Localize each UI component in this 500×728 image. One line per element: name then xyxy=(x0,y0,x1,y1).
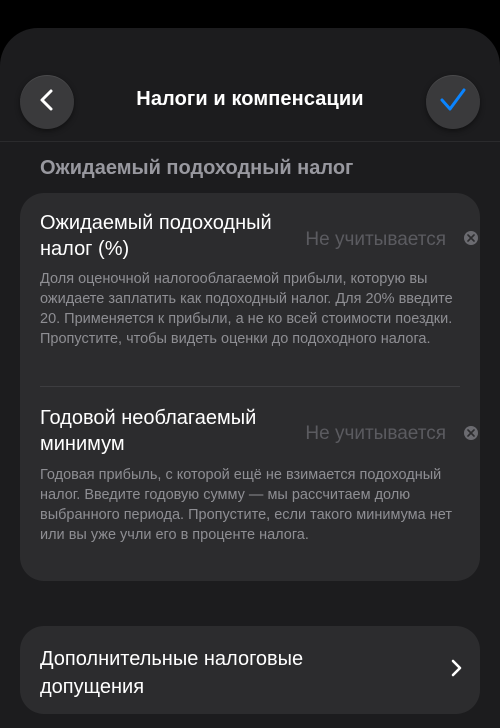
chevron-right-icon xyxy=(450,658,462,683)
tax-free-allowance-description: Годовая прибыль, с которой ещё не взимае… xyxy=(40,467,452,543)
income-tax-rate-description: Доля оценочной налогооблагаемой прибыли,… xyxy=(40,271,453,347)
page-title: Налоги и компенсации xyxy=(136,88,364,110)
clear-icon[interactable] xyxy=(464,426,478,440)
tax-free-allowance-input[interactable]: Не учитывается xyxy=(305,423,446,445)
income-tax-rate-label: Ожидаемый подоходный налог (%) xyxy=(40,212,272,260)
tax-free-allowance-label: Годовой необлагаемый минимум xyxy=(40,407,257,455)
back-button[interactable] xyxy=(20,75,74,129)
settings-sheet: Налоги и компенсации Ожидаемый подоходны… xyxy=(0,28,500,728)
income-tax-rate-input[interactable]: Не учитывается xyxy=(305,229,446,251)
checkmark-icon xyxy=(439,87,467,118)
extra-tax-assumptions-label: Дополнительные налоговые допущения xyxy=(40,648,304,698)
chevron-left-icon xyxy=(37,88,57,117)
row-divider xyxy=(40,386,460,387)
header-divider xyxy=(0,141,500,142)
tax-settings-card: Ожидаемый подоходный налог (%) Не учитыв… xyxy=(20,193,480,581)
clear-icon[interactable] xyxy=(464,231,478,245)
extra-tax-assumptions-row[interactable]: Дополнительные налоговые допущения xyxy=(20,626,480,714)
section-header: Ожидаемый подоходный налог xyxy=(40,157,354,179)
confirm-button[interactable] xyxy=(426,75,480,129)
